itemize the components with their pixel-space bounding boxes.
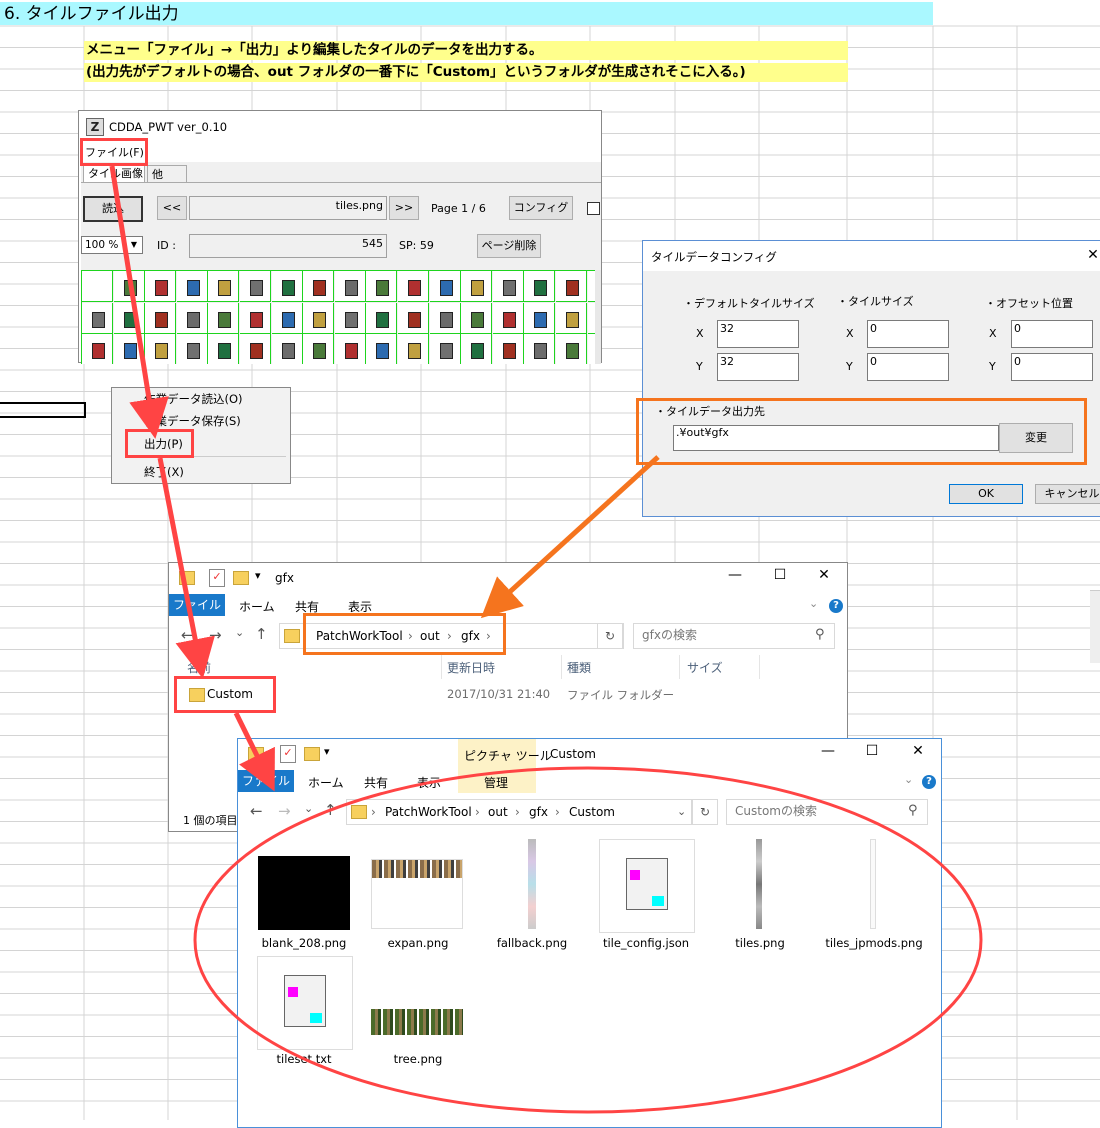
arrow-output-to-explorer [157, 457, 215, 679]
annotation-overlay [109, 165, 983, 1114]
highlight-output-files-ellipse [193, 766, 983, 1114]
arrow-config-to-path [480, 455, 660, 619]
arrow-folder-to-custom [233, 711, 275, 792]
arrow-menu-to-output [109, 165, 169, 439]
